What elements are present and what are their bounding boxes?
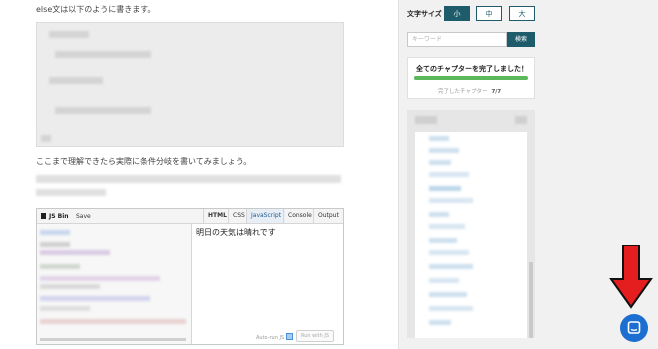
jsbin-save-button[interactable]: Save [76, 213, 91, 220]
tab-html[interactable]: HTML [203, 209, 231, 223]
progress-fill [414, 76, 528, 80]
search-button[interactable]: 検索 [507, 32, 535, 47]
run-with-js-button[interactable]: Run with JS [296, 330, 335, 342]
chat-button[interactable] [620, 314, 648, 342]
jsbin-embed: JS Bin Save HTML CSS JavaScript Console … [36, 208, 344, 345]
blurred-paragraph-line2 [36, 189, 106, 196]
search-input[interactable]: キーワード [407, 32, 507, 47]
code-pane-scrollbar[interactable] [40, 338, 186, 341]
chapter-list-items[interactable] [415, 132, 527, 338]
tab-javascript[interactable]: JavaScript [246, 209, 286, 223]
jsbin-code-pane[interactable] [37, 224, 192, 344]
output-text: 明日の天気は晴れです [196, 228, 276, 237]
completion-title: 全てのチャプターを完了しました！ [416, 65, 528, 73]
font-size-medium-button[interactable]: 中 [476, 6, 502, 21]
intro-text: else文は以下のように書きます。 [36, 5, 156, 14]
chat-bubble-icon [627, 321, 641, 334]
paragraph-text: ここまで理解できたら実際に条件分岐を書いてみましょう。 [36, 157, 252, 166]
completion-card: 全てのチャプターを完了しました！ 完了したチャプター 7/7 [407, 57, 535, 99]
chapter-list-scrollbar[interactable] [529, 262, 533, 338]
tab-console[interactable]: Console [283, 209, 316, 223]
code-block-blurred [36, 22, 344, 147]
tab-output[interactable]: Output [313, 209, 343, 223]
progress-bar [414, 76, 528, 80]
font-size-label: 文字サイズ [407, 10, 442, 18]
jsbin-output-pane: 明日の天気は晴れです Auto-run JS Run with JS [192, 224, 343, 344]
font-size-large-button[interactable]: 大 [509, 6, 535, 21]
chapter-list [407, 110, 535, 338]
auto-run-checkbox[interactable] [285, 333, 293, 340]
completed-chapters: 完了したチャプター 7/7 [438, 89, 502, 95]
blurred-paragraph [36, 175, 341, 183]
auto-run-toggle[interactable]: Auto-run JS [256, 333, 293, 341]
font-size-small-button[interactable]: 小 [444, 6, 470, 21]
arrow-down-icon [609, 245, 653, 309]
article-content: else文は以下のように書きます。 ここまで理解できたら実際に条件分岐を書いてみ… [0, 0, 398, 349]
jsbin-logo[interactable]: JS Bin [41, 213, 69, 220]
jsbin-toolbar: JS Bin Save HTML CSS JavaScript Console … [37, 209, 343, 224]
